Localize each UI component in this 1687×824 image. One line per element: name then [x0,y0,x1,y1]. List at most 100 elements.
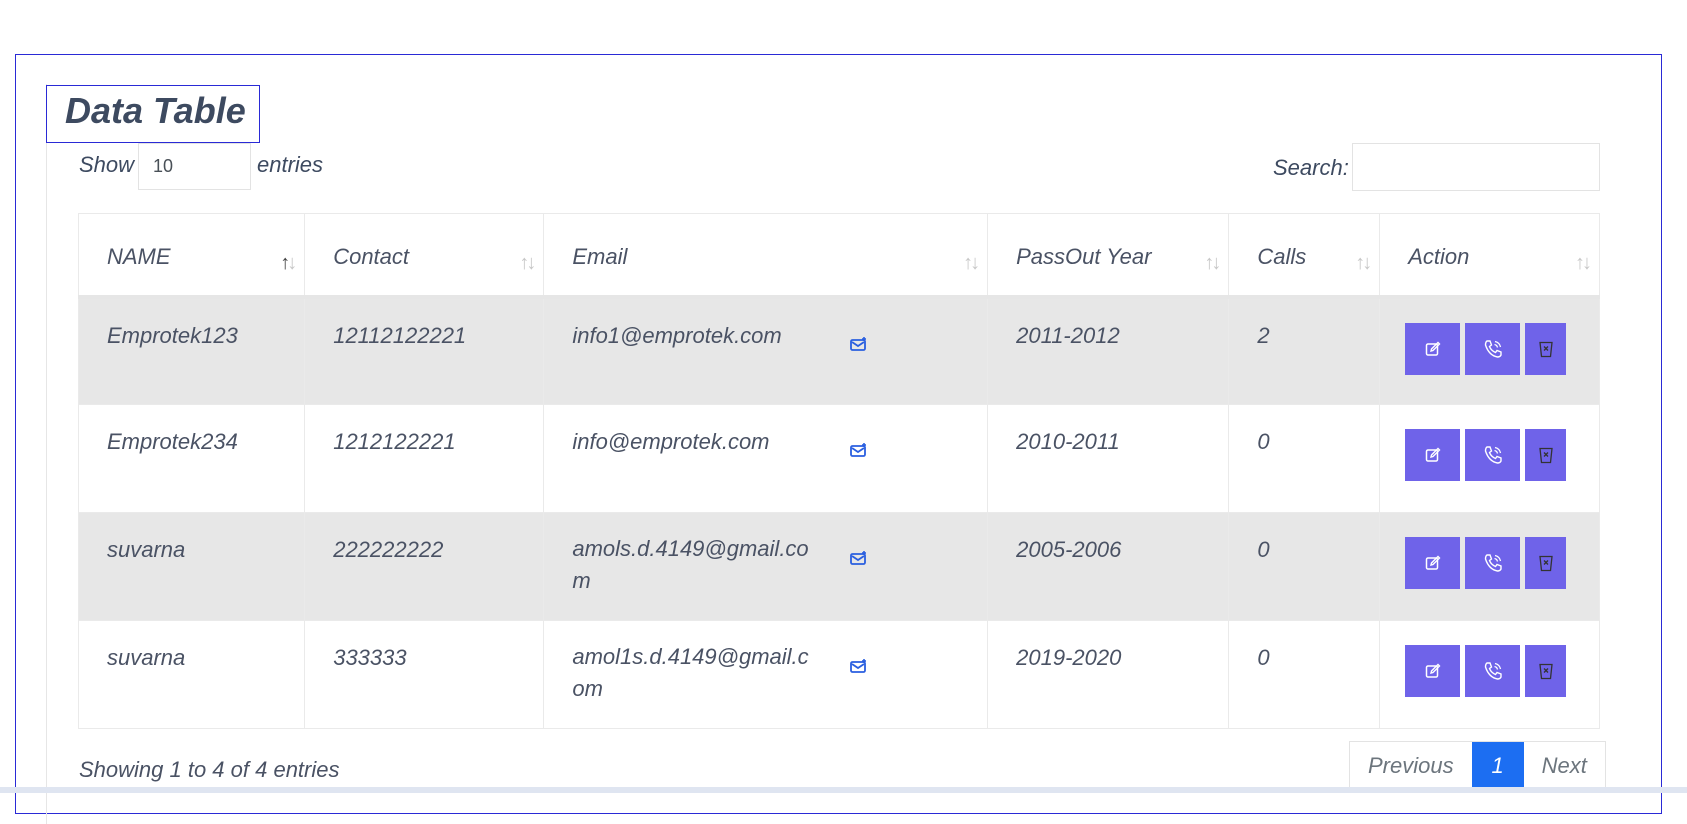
row-actions [1405,429,1571,481]
cell-email: amols.d.4149@gmail.com [543,512,989,621]
cell-calls: 2 [1228,294,1381,405]
cell-email: info@emprotek.com [543,404,989,513]
column-header-label: PassOut Year [1016,244,1152,269]
cell-contact: 333333 [304,620,545,729]
cell-action [1379,294,1600,405]
column-header-label: Email [572,244,628,269]
column-header-contact[interactable]: Contact ↑↓ [304,213,545,299]
entries-per-page-select[interactable] [138,143,251,190]
cell-calls: 0 [1228,620,1381,729]
cell-passout-year: 2010-2011 [987,404,1230,513]
table-row: Emprotek123 12112122221 info1@emprotek.com… [77,294,1600,405]
column-header-label: Contact [333,244,410,269]
column-header-email[interactable]: Email ↑↓ [543,213,989,299]
cell-passout-year: 2011-2012 [987,294,1230,405]
horizontal-scrollbar[interactable] [0,787,1687,793]
mail-add-icon[interactable] [850,653,867,673]
table-header-row: NAME ↑↓ Contact ↑↓ Email ↑↓ PassOut Year ↑↓ … [77,213,1600,299]
sort-icon: ↑↓ [519,252,536,274]
table-row: Emprotek234 1212122221 info@emprotek.com 20… [77,404,1600,513]
cell-name: suvarna [77,512,306,621]
contact-text: 222222222 [333,537,444,562]
email-text: amols.d.4149@gmail.com [572,536,809,593]
pagination: Previous 1 Next [1349,741,1606,790]
delete-button[interactable] [1525,322,1567,375]
next-page-button[interactable]: Next [1524,742,1605,789]
cell-email: amol1s.d.4149@gmail.com [543,620,989,729]
cell-calls: 0 [1228,512,1381,621]
cell-action [1379,620,1600,729]
name-text: Emprotek234 [107,429,238,454]
delete-button[interactable] [1525,429,1567,481]
entries-label: entries [257,152,324,177]
passout-year-text: 2010-2011 [1016,429,1120,454]
passout-year-text: 2011-2012 [1016,322,1120,348]
mail-add-icon[interactable] [850,437,867,457]
column-header-action[interactable]: Action ↑↓ [1379,213,1600,299]
page-1-button[interactable]: 1 [1471,742,1524,789]
calls-text: 2 [1257,322,1270,348]
search-label: Search: [1273,155,1349,180]
edit-button[interactable] [1405,429,1461,481]
call-button[interactable] [1465,322,1521,375]
table-row: suvarna 333333 amol1s.d.4149@gmail.com 2019… [77,620,1600,729]
edit-button[interactable] [1405,537,1461,589]
delete-button[interactable] [1525,645,1567,697]
table-row: suvarna 222222222 amols.d.4149@gmail.com 20… [77,512,1600,621]
calls-text: 0 [1257,537,1270,562]
column-header-label: NAME [107,244,171,269]
calls-text: 0 [1257,429,1270,454]
cell-contact: 1212122221 [304,404,545,513]
sort-icon: ↑↓ [1575,252,1592,274]
cell-contact: 222222222 [304,512,545,621]
passout-year-text: 2019-2020 [1016,645,1122,670]
sort-icon: ↑↓ [1204,252,1221,274]
mail-add-icon[interactable] [850,331,867,351]
cell-name: Emprotek234 [77,404,306,513]
card-left-border [46,84,47,824]
column-header-passout-year[interactable]: PassOut Year ↑↓ [987,213,1230,299]
data-table: NAME ↑↓ Contact ↑↓ Email ↑↓ PassOut Year ↑↓ … [77,213,1600,729]
mail-add-icon[interactable] [850,545,867,565]
call-button[interactable] [1465,537,1521,589]
delete-button[interactable] [1525,537,1567,589]
show-label: Show [79,152,135,177]
email-text: info@emprotek.com [572,429,770,454]
column-header-name[interactable]: NAME ↑↓ [77,213,306,299]
email-text: info1@emprotek.com [572,322,782,348]
calls-text: 0 [1257,645,1270,670]
table-info: Showing 1 to 4 of 4 entries [79,757,340,782]
row-actions [1405,537,1571,589]
contact-text: 12112122221 [333,322,467,348]
cell-passout-year: 2019-2020 [987,620,1230,729]
edit-button[interactable] [1405,322,1461,375]
search-input[interactable] [1352,143,1600,191]
cell-name: Emprotek123 [77,294,306,405]
cell-action [1379,512,1600,621]
column-header-label: Calls [1257,244,1307,269]
row-actions [1405,645,1571,697]
sort-icon: ↑↓ [1355,252,1372,274]
cell-email: info1@emprotek.com [543,294,989,405]
name-text: suvarna [107,645,186,670]
previous-page-button[interactable]: Previous [1350,742,1472,789]
edit-button[interactable] [1405,645,1461,697]
cell-calls: 0 [1228,404,1381,513]
contact-text: 1212122221 [333,429,456,454]
sort-icon: ↑↓ [963,252,980,274]
sort-asc-icon: ↑↓ [280,252,297,274]
name-text: Emprotek123 [107,322,238,348]
title-box: Data Table [46,85,260,143]
cell-action [1379,404,1600,513]
name-text: suvarna [107,537,186,562]
cell-passout-year: 2005-2006 [987,512,1230,621]
column-header-calls[interactable]: Calls ↑↓ [1228,213,1381,299]
page-title: Data Table [65,90,246,131]
call-button[interactable] [1465,645,1521,697]
email-text: amol1s.d.4149@gmail.com [572,644,809,701]
cell-contact: 12112122221 [304,294,545,405]
cell-name: suvarna [77,620,306,729]
passout-year-text: 2005-2006 [1016,537,1122,562]
call-button[interactable] [1465,429,1521,481]
contact-text: 333333 [333,645,407,670]
